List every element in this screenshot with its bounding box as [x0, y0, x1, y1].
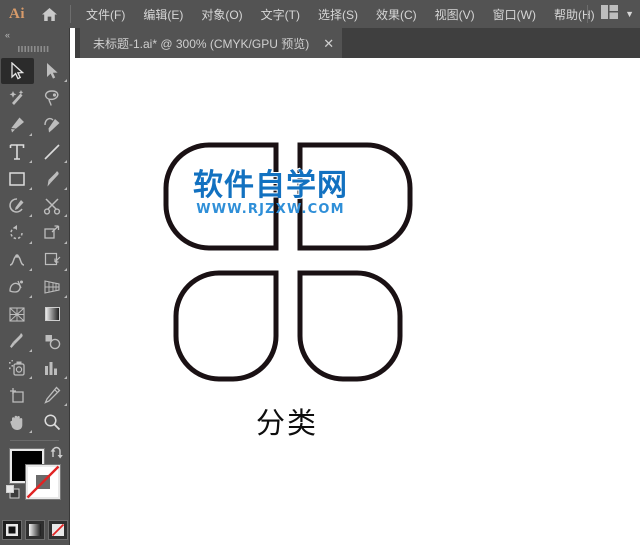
menu-item-select[interactable]: 选择(S) [309, 2, 367, 27]
tool-flyout-indicator [64, 295, 67, 298]
document-tab-title: 未标题-1.ai* @ 300% (CMYK/GPU 预览) [93, 35, 309, 52]
tool-flyout-indicator [29, 268, 32, 271]
tool-flyout-indicator [29, 295, 32, 298]
line-segment-tool[interactable] [36, 139, 69, 165]
artwork-text-label[interactable]: 分类 [163, 400, 411, 442]
paint-mode-buttons [0, 520, 69, 540]
menu-item-window[interactable]: 窗口(W) [484, 2, 545, 27]
classification-icon-artwork[interactable] [163, 142, 413, 387]
perspective-grid-tool[interactable] [36, 274, 69, 300]
tools-grid [0, 56, 69, 436]
default-fill-stroke-icon[interactable] [6, 485, 20, 499]
gradient-tool[interactable] [36, 301, 69, 327]
blend-tool[interactable] [36, 328, 69, 354]
menu-divider [70, 5, 71, 23]
tool-flyout-indicator [64, 214, 67, 217]
menu-bar: Ai 文件(F) 编辑(E) 对象(O) 文字(T) 选择(S) 效果(C) 视… [0, 0, 640, 28]
tool-flyout-indicator [29, 187, 32, 190]
tool-flyout-indicator [29, 214, 32, 217]
tool-flyout-indicator [29, 241, 32, 244]
document-canvas[interactable]: 软件自学网 WWW.RJZXW.COM 分类 [71, 58, 640, 545]
menu-item-view[interactable]: 视图(V) [426, 2, 484, 27]
toolbar-separator [10, 440, 59, 441]
stroke-swatch[interactable] [26, 465, 60, 499]
menubar-right-divider [587, 5, 588, 23]
gradient-button[interactable] [25, 520, 45, 540]
tool-flyout-indicator [64, 403, 67, 406]
menu-item-file[interactable]: 文件(F) [77, 2, 134, 27]
tool-flyout-indicator [64, 268, 67, 271]
illustrator-window: Ai 文件(F) 编辑(E) 对象(O) 文字(T) 选择(S) 效果(C) 视… [0, 0, 640, 545]
mesh-tool[interactable] [1, 301, 34, 327]
tool-flyout-indicator [64, 187, 67, 190]
shaper-tool[interactable] [1, 193, 34, 219]
zoom-tool[interactable] [36, 409, 69, 435]
tools-panel: « [0, 28, 70, 545]
rotate-tool[interactable] [1, 220, 34, 246]
tool-flyout-indicator [64, 160, 67, 163]
menubar-right-controls: ▼ [581, 0, 634, 28]
paintbrush-tool[interactable] [36, 166, 69, 192]
column-graph-tool[interactable] [36, 355, 69, 381]
menu-item-object[interactable]: 对象(O) [192, 2, 251, 27]
type-tool[interactable] [1, 139, 34, 165]
tool-flyout-indicator [29, 160, 32, 163]
tool-flyout-indicator [29, 376, 32, 379]
tool-flyout-indicator [29, 430, 32, 433]
tool-flyout-indicator [29, 133, 32, 136]
menu-item-edit[interactable]: 编辑(E) [134, 2, 192, 27]
rectangle-tool[interactable] [1, 166, 34, 192]
curvature-tool[interactable] [36, 112, 69, 138]
scale-tool[interactable] [36, 220, 69, 246]
app-logo: Ai [0, 6, 34, 23]
menu-item-effect[interactable]: 效果(C) [367, 2, 426, 27]
tool-flyout-indicator [29, 349, 32, 352]
lasso-tool[interactable] [36, 85, 69, 111]
magic-wand-tool[interactable] [1, 85, 34, 111]
document-tab[interactable]: 未标题-1.ai* @ 300% (CMYK/GPU 预览) ✕ [80, 28, 342, 58]
tool-flyout-indicator [64, 79, 67, 82]
none-slash-icon [26, 465, 60, 499]
swap-fill-stroke-icon[interactable] [50, 446, 64, 460]
slice-tool[interactable] [36, 382, 69, 408]
width-tool[interactable] [1, 247, 34, 273]
free-transform-tool[interactable] [36, 247, 69, 273]
shape-builder-tool[interactable] [1, 274, 34, 300]
tool-flyout-indicator [64, 241, 67, 244]
chevron-down-icon[interactable]: ▼ [625, 10, 634, 19]
menu-item-type[interactable]: 文字(T) [252, 2, 309, 27]
menu-items: 文件(F) 编辑(E) 对象(O) 文字(T) 选择(S) 效果(C) 视图(V… [77, 2, 604, 27]
color-button[interactable] [2, 520, 22, 540]
pen-tool[interactable] [1, 112, 34, 138]
symbol-sprayer-tool[interactable] [1, 355, 34, 381]
artboard-tool[interactable] [1, 382, 34, 408]
direct-selection-tool[interactable] [36, 58, 69, 84]
scissors-tool[interactable] [36, 193, 69, 219]
document-tab-bar: 未标题-1.ai* @ 300% (CMYK/GPU 预览) ✕ [75, 28, 640, 58]
eyedropper-tool[interactable] [1, 328, 34, 354]
close-icon[interactable]: ✕ [323, 37, 334, 50]
selection-tool[interactable] [1, 58, 34, 84]
arrange-documents-icon[interactable] [601, 5, 618, 24]
panel-drag-handle[interactable] [0, 42, 69, 56]
tool-flyout-indicator [64, 376, 67, 379]
none-button[interactable] [48, 520, 68, 540]
collapse-panel-button[interactable]: « [0, 28, 69, 42]
hand-tool[interactable] [1, 409, 34, 435]
fill-stroke-controls [0, 445, 70, 517]
home-icon[interactable] [34, 7, 64, 22]
